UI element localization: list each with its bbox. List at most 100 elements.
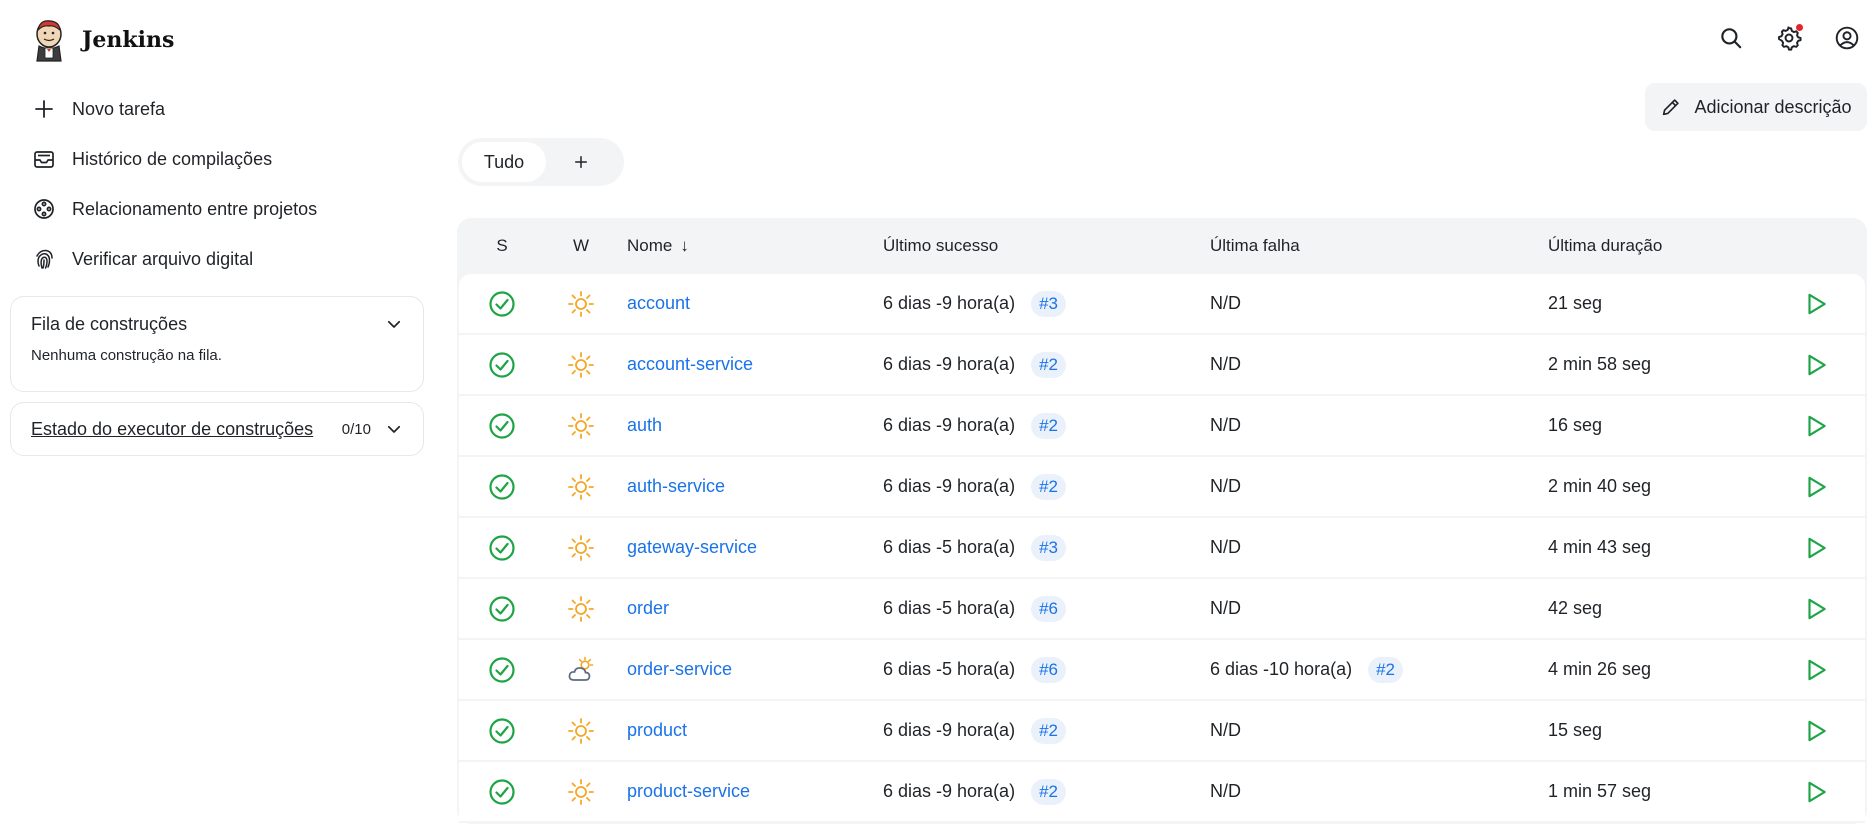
- play-icon[interactable]: [1803, 779, 1829, 805]
- job-link[interactable]: product: [627, 720, 687, 740]
- last-duration-cell: 15 seg: [1548, 720, 1603, 740]
- last-failure-cell: N/D: [1210, 781, 1548, 802]
- sidebar-item-fingerprint[interactable]: Verificar arquivo digital: [10, 234, 424, 284]
- search-button[interactable]: [1717, 24, 1745, 52]
- play-icon[interactable]: [1803, 413, 1829, 439]
- last-failure-time: N/D: [1210, 781, 1241, 801]
- last-success-cell: 6 dias -5 hora(a) #6: [883, 656, 1210, 683]
- play-icon[interactable]: [1803, 718, 1829, 744]
- header-last-duration[interactable]: Última duração: [1548, 236, 1768, 256]
- build-queue-header[interactable]: Fila de construções: [31, 297, 403, 351]
- sidebar-item-new-task[interactable]: Novo tarefa: [10, 84, 424, 134]
- last-failure-time: 6 dias -10 hora(a): [1210, 659, 1353, 679]
- success-build-badge[interactable]: #2: [1031, 412, 1066, 439]
- sunny-weather-icon: [568, 717, 594, 744]
- status-cell: [459, 655, 545, 685]
- play-icon[interactable]: [1803, 657, 1829, 683]
- play-icon[interactable]: [1803, 596, 1829, 622]
- table-row: auth 6 dias -9 hora(a) #2 N/D 16 seg: [459, 396, 1865, 457]
- success-build-badge[interactable]: #6: [1031, 595, 1066, 622]
- play-icon[interactable]: [1803, 474, 1829, 500]
- status-cell: [459, 350, 545, 380]
- name-cell: order-service: [617, 659, 883, 680]
- job-link[interactable]: account: [627, 293, 690, 313]
- view-tabs: Tudo: [458, 138, 624, 186]
- job-link[interactable]: order-service: [627, 659, 732, 679]
- job-link[interactable]: gateway-service: [627, 537, 757, 557]
- header: Jenkins: [0, 0, 1873, 80]
- play-icon[interactable]: [1803, 352, 1829, 378]
- last-failure-cell: 6 dias -10 hora(a) #2: [1210, 656, 1548, 683]
- success-check-icon: [489, 717, 515, 744]
- name-cell: account: [617, 293, 883, 314]
- failure-build-badge[interactable]: #2: [1368, 656, 1403, 683]
- success-check-icon: [489, 778, 515, 805]
- sidebar-item-project-relationship[interactable]: Relacionamento entre projetos: [10, 184, 424, 234]
- tab-all[interactable]: Tudo: [462, 142, 546, 182]
- last-success-time: 6 dias -5 hora(a): [883, 537, 1016, 557]
- success-build-badge[interactable]: #2: [1031, 351, 1066, 378]
- header-name[interactable]: Nome ↓: [617, 236, 883, 256]
- name-cell: product-service: [617, 781, 883, 802]
- header-weather[interactable]: W: [545, 236, 617, 256]
- sidebar-item-build-history[interactable]: Histórico de compilações: [10, 134, 424, 184]
- name-cell: order: [617, 598, 883, 619]
- brand[interactable]: Jenkins: [30, 18, 174, 62]
- executor-status-panel: Estado do executor de construções 0/10: [10, 402, 424, 456]
- settings-button[interactable]: [1775, 24, 1803, 52]
- success-build-badge[interactable]: #6: [1031, 656, 1066, 683]
- sidebar: Novo tarefa Histórico de compilações Rel…: [10, 84, 424, 456]
- weather-cell: [545, 289, 617, 319]
- executor-status-link[interactable]: Estado do executor de construções: [31, 419, 313, 440]
- last-success-cell: 6 dias -9 hora(a) #3: [883, 290, 1210, 317]
- table-row: account-service 6 dias -9 hora(a) #2 N/D…: [459, 335, 1865, 396]
- plus-icon: [575, 156, 587, 168]
- success-build-badge[interactable]: #2: [1031, 717, 1066, 744]
- chevron-down-icon[interactable]: [385, 420, 403, 438]
- last-failure-time: N/D: [1210, 415, 1241, 435]
- last-success-time: 6 dias -9 hora(a): [883, 293, 1016, 313]
- success-build-badge[interactable]: #3: [1031, 534, 1066, 561]
- projects-table: S W Nome ↓ Último sucesso Última falha Ú…: [457, 218, 1867, 824]
- user-button[interactable]: [1833, 24, 1861, 52]
- name-cell: auth: [617, 415, 883, 436]
- add-description-button[interactable]: Adicionar descrição: [1645, 83, 1867, 131]
- last-success-cell: 6 dias -9 hora(a) #2: [883, 717, 1210, 744]
- run-cell: [1768, 718, 1864, 744]
- last-success-cell: 6 dias -5 hora(a) #3: [883, 534, 1210, 561]
- success-build-badge[interactable]: #2: [1031, 473, 1066, 500]
- success-check-icon: [489, 473, 515, 500]
- header-last-success[interactable]: Último sucesso: [883, 236, 1210, 256]
- header-last-failure[interactable]: Última falha: [1210, 236, 1548, 256]
- chevron-down-icon[interactable]: [385, 315, 403, 333]
- success-check-icon: [489, 595, 515, 622]
- success-build-badge[interactable]: #3: [1031, 290, 1066, 317]
- table-row: order-service 6 dias -5 hora(a) #6 6 dia…: [459, 640, 1865, 701]
- add-view-button[interactable]: [546, 142, 616, 182]
- success-build-badge[interactable]: #2: [1031, 778, 1066, 805]
- last-success-cell: 6 dias -9 hora(a) #2: [883, 778, 1210, 805]
- success-check-icon: [489, 412, 515, 439]
- name-cell: account-service: [617, 354, 883, 375]
- build-queue-title: Fila de construções: [31, 313, 188, 334]
- last-duration-cell: 4 min 43 seg: [1548, 537, 1652, 557]
- last-duration-cell: 2 min 58 seg: [1548, 354, 1652, 374]
- job-link[interactable]: product-service: [627, 781, 750, 801]
- last-failure-time: N/D: [1210, 720, 1241, 740]
- table-row: account 6 dias -9 hora(a) #3 N/D 21 seg: [459, 274, 1865, 335]
- build-queue-panel: Fila de construções Nenhuma construção n…: [10, 296, 424, 392]
- last-duration-cell: 16 seg: [1548, 415, 1603, 435]
- play-icon[interactable]: [1803, 535, 1829, 561]
- job-link[interactable]: account-service: [627, 354, 753, 374]
- play-icon[interactable]: [1803, 291, 1829, 317]
- success-check-icon: [489, 656, 515, 683]
- header-status[interactable]: S: [459, 236, 545, 256]
- status-cell: [459, 777, 545, 807]
- last-failure-time: N/D: [1210, 476, 1241, 496]
- job-link[interactable]: auth: [627, 415, 662, 435]
- job-link[interactable]: order: [627, 598, 669, 618]
- status-cell: [459, 289, 545, 319]
- job-link[interactable]: auth-service: [627, 476, 725, 496]
- status-cell: [459, 472, 545, 502]
- run-cell: [1768, 535, 1864, 561]
